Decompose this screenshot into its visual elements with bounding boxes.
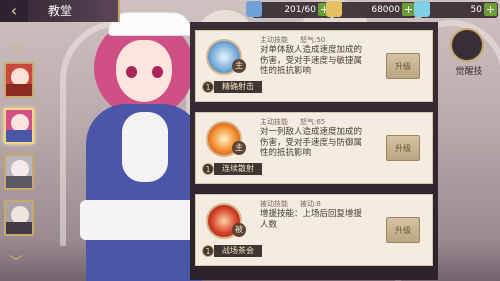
character-headband	[108, 12, 192, 36]
screen: ‹ 教堂 201/60 + 68000 + 50 + ︿ ﹀ 主 1 精确射击 …	[0, 0, 500, 281]
character-face	[116, 40, 172, 102]
skill-description: 对一列敌人造成速度加成的伤害，受对手速度与防御属性的抵抗影响	[260, 127, 363, 158]
stamina-icon	[246, 1, 262, 17]
portrait-body	[6, 130, 32, 142]
skill-type-badge: 主	[232, 141, 246, 155]
stamina-counter: 201/60 +	[246, 1, 332, 18]
awaken-label: 觉醒技	[455, 67, 483, 77]
coins-counter: 68000 +	[326, 1, 416, 18]
gem-icon	[414, 1, 430, 17]
upgrade-button[interactable]: 升级	[386, 135, 420, 161]
character-apron	[122, 112, 168, 182]
upgrade-button[interactable]: 升级	[386, 53, 420, 79]
skill-level: 1	[202, 81, 214, 93]
skill-meta: 被动技能 被动:8	[260, 200, 321, 208]
awaken-portrait-icon[interactable]	[450, 28, 484, 62]
add-gems-button[interactable]: +	[484, 3, 497, 16]
character-portrait[interactable]	[4, 62, 34, 98]
portrait-body	[6, 176, 32, 188]
portrait-body	[6, 222, 32, 234]
skill-type-badge: 被	[232, 223, 246, 237]
skill-card: 被 1 战场茶会 被动技能 被动:8 增援技能：上场后回复增援人数 升级	[195, 194, 433, 266]
back-arrow-icon: ‹	[10, 1, 18, 20]
chevron-down-icon[interactable]: ﹀	[9, 256, 23, 270]
skill-name: 精确射击	[214, 81, 262, 93]
upgrade-button[interactable]: 升级	[386, 217, 420, 243]
skill-name: 战场茶会	[214, 245, 262, 257]
skill-description: 对单体敌人造成速度加成的伤害，受对手速度与敏捷属性的抵抗影响	[260, 45, 363, 76]
gems-counter: 50 +	[414, 1, 498, 18]
character-portrait[interactable]	[4, 154, 34, 190]
skill-card: 主 1 连续散射 主动技能 怒气:65 对一列敌人造成速度加成的伤害，受对手速度与…	[195, 112, 433, 184]
character-portrait[interactable]	[4, 200, 34, 236]
skill-name: 连续散射	[214, 163, 262, 175]
coin-icon	[326, 1, 342, 17]
page-title: 教堂	[28, 0, 120, 22]
skill-description: 增援技能：上场后回复增援人数	[260, 209, 363, 230]
skill-level: 1	[202, 245, 214, 257]
skill-level: 1	[202, 163, 214, 175]
back-button[interactable]: ‹	[0, 0, 28, 22]
skill-meta: 主动技能 怒气:65	[260, 118, 326, 126]
skill-meta: 主动技能 怒气:50	[260, 36, 326, 44]
character-eye	[152, 66, 163, 78]
skill-type-badge: 主	[232, 59, 246, 73]
skill-panel: 主 1 精确射击 主动技能 怒气:50 对单体敌人造成速度加成的伤害，受对手速度与…	[190, 22, 438, 280]
character-eye	[126, 66, 137, 78]
skill-card: 主 1 精确射击 主动技能 怒气:50 对单体敌人造成速度加成的伤害，受对手速度与…	[195, 30, 433, 102]
portrait-body	[6, 84, 32, 96]
chevron-up-icon[interactable]: ︿	[9, 38, 23, 52]
character-portrait-selected[interactable]	[4, 108, 34, 144]
